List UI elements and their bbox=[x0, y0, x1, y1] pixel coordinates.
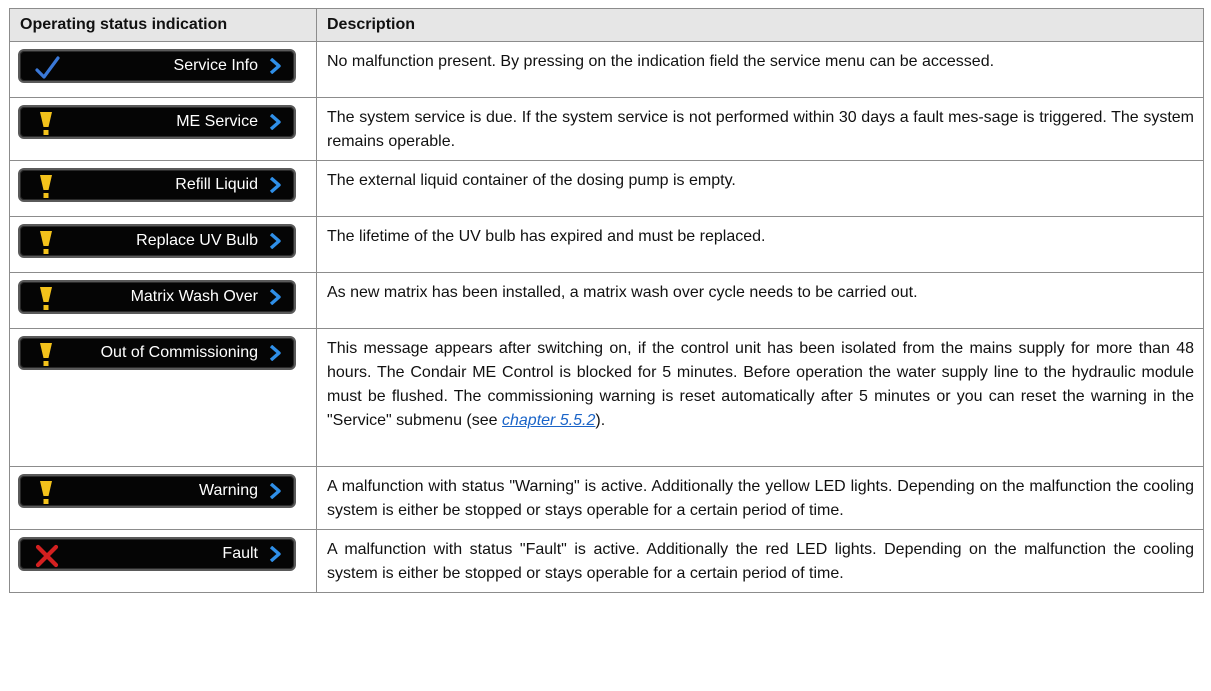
replace-uv-bulb-label: Replace UV Bulb bbox=[136, 232, 258, 249]
description-warning: A malfunction with status "Warning" is a… bbox=[316, 466, 1204, 530]
checkmark-icon bbox=[35, 56, 60, 79]
fault-label: Fault bbox=[222, 545, 258, 562]
out-of-commissioning-label: Out of Commissioning bbox=[100, 344, 258, 361]
description-text-end: ). bbox=[595, 412, 606, 429]
description-replace-uv-bulb: The lifetime of the UV bulb has expired … bbox=[316, 216, 1204, 273]
chevron-right-icon bbox=[269, 177, 281, 193]
warning-exclamation-icon bbox=[40, 231, 52, 254]
me-service-button[interactable]: ME Service bbox=[18, 105, 296, 139]
table-row: ME Service The system service is due. If… bbox=[9, 97, 1204, 161]
refill-liquid-button[interactable]: Refill Liquid bbox=[18, 168, 296, 202]
chevron-right-icon bbox=[269, 345, 281, 361]
table-row: Warning A malfunction with status "Warni… bbox=[9, 466, 1204, 530]
fault-x-icon bbox=[35, 544, 59, 568]
description-fault: A malfunction with status "Fault" is act… bbox=[316, 529, 1204, 593]
header-description: Description bbox=[316, 8, 1204, 42]
table-row: Service Info No malfunction present. By … bbox=[9, 41, 1204, 98]
table-row: Refill Liquid The external liquid contai… bbox=[9, 160, 1204, 217]
description-out-of-commissioning: This message appears after switching on,… bbox=[316, 328, 1204, 467]
chevron-right-icon bbox=[269, 546, 281, 562]
out-of-commissioning-button[interactable]: Out of Commissioning bbox=[18, 336, 296, 370]
warning-button[interactable]: Warning bbox=[18, 474, 296, 508]
table-row: Replace UV Bulb The lifetime of the UV b… bbox=[9, 216, 1204, 273]
description-matrix-wash-over: As new matrix has been installed, a matr… bbox=[316, 272, 1204, 329]
chevron-right-icon bbox=[269, 114, 281, 130]
service-info-button[interactable]: Service Info bbox=[18, 49, 296, 83]
table-row: Fault A malfunction with status "Fault" … bbox=[9, 529, 1204, 593]
warning-exclamation-icon bbox=[40, 287, 52, 310]
warning-exclamation-icon bbox=[40, 175, 52, 198]
warning-exclamation-icon bbox=[40, 481, 52, 504]
header-operating-status-indication: Operating status indication bbox=[9, 8, 317, 42]
operating-status-table: Operating status indication Description … bbox=[9, 8, 1204, 593]
matrix-wash-over-button[interactable]: Matrix Wash Over bbox=[18, 280, 296, 314]
chapter-link[interactable]: chapter 5.5.2 bbox=[502, 412, 595, 429]
description-refill-liquid: The external liquid container of the dos… bbox=[316, 160, 1204, 217]
chevron-right-icon bbox=[269, 289, 281, 305]
replace-uv-bulb-button[interactable]: Replace UV Bulb bbox=[18, 224, 296, 258]
service-info-label: Service Info bbox=[173, 57, 258, 74]
table-row: Matrix Wash Over As new matrix has been … bbox=[9, 272, 1204, 329]
chevron-right-icon bbox=[269, 58, 281, 74]
description-service-info: No malfunction present. By pressing on t… bbox=[316, 41, 1204, 98]
chevron-right-icon bbox=[269, 233, 281, 249]
warning-label: Warning bbox=[199, 482, 258, 499]
matrix-wash-over-label: Matrix Wash Over bbox=[130, 288, 258, 305]
description-text: This message appears after switching on,… bbox=[327, 340, 1194, 429]
refill-liquid-label: Refill Liquid bbox=[175, 176, 258, 193]
fault-button[interactable]: Fault bbox=[18, 537, 296, 571]
table-row: Out of Commissioning This message appear… bbox=[9, 328, 1204, 467]
chevron-right-icon bbox=[269, 483, 281, 499]
me-service-label: ME Service bbox=[176, 113, 258, 130]
description-me-service: The system service is due. If the system… bbox=[316, 97, 1204, 161]
warning-exclamation-icon bbox=[40, 343, 52, 366]
warning-exclamation-icon bbox=[40, 112, 52, 135]
